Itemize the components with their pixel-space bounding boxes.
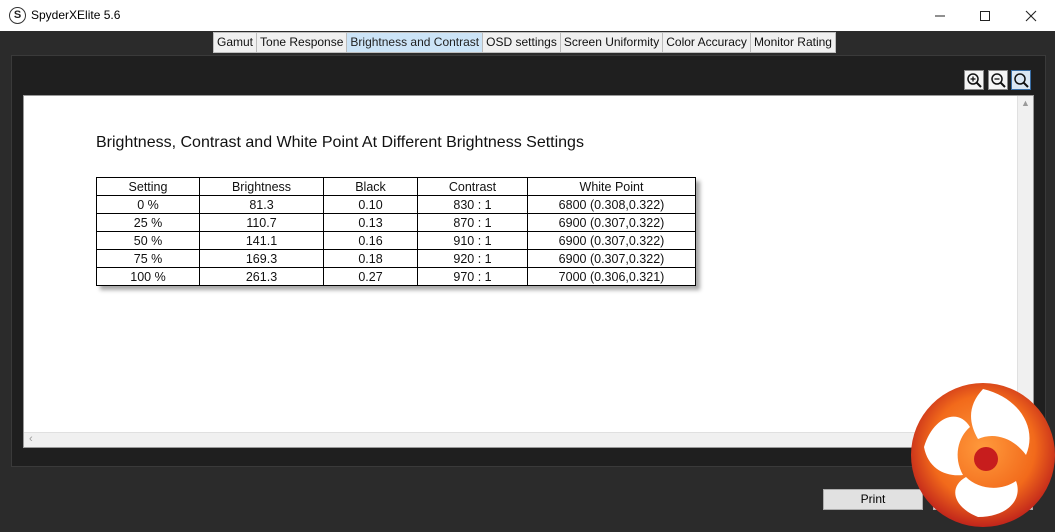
tab-gamut[interactable]: Gamut: [213, 32, 257, 53]
close-button[interactable]: [1008, 0, 1054, 31]
maximize-button[interactable]: [962, 0, 1008, 31]
zoom-out-button[interactable]: [988, 70, 1008, 90]
table-cell: 910 : 1: [417, 231, 528, 250]
horizontal-scrollbar[interactable]: ‹: [24, 432, 1018, 447]
table-cell: 0.27: [323, 267, 418, 286]
title-bar: S SpyderXElite 5.6: [0, 0, 1055, 32]
table-cell: 0.18: [323, 249, 418, 268]
table-cell: 81.3: [199, 195, 324, 214]
window-title: SpyderXElite 5.6: [31, 8, 121, 22]
table-cell: 830 : 1: [417, 195, 528, 214]
scroll-left-icon[interactable]: ‹: [29, 433, 33, 445]
table-cell: 169.3: [199, 249, 324, 268]
table-row: 100 % 261.3 0.27 970 : 1 7000 (0.306,0.3…: [96, 267, 696, 286]
report-view[interactable]: Brightness, Contrast and White Point At …: [23, 95, 1034, 448]
tab-list: Gamut Tone Response Brightness and Contr…: [213, 32, 836, 53]
scroll-up-icon[interactable]: ▲: [1021, 98, 1030, 108]
table-row: 25 % 110.7 0.13 870 : 1 6900 (0.307,0.32…: [96, 213, 696, 232]
tab-brightness-and-contrast[interactable]: Brightness and Contrast: [346, 32, 483, 53]
table-cell: 6900 (0.307,0.322): [527, 213, 696, 232]
table-cell: 6800 (0.308,0.322): [527, 195, 696, 214]
zoom-in-icon: [967, 73, 982, 88]
tab-monitor-rating[interactable]: Monitor Rating: [749, 32, 836, 53]
zoom-out-icon: [991, 73, 1006, 88]
zoom-fit-button[interactable]: [1011, 70, 1031, 90]
minimize-icon: [935, 15, 945, 16]
table-cell: 7000 (0.306,0.321): [527, 267, 696, 286]
table-cell: 920 : 1: [417, 249, 528, 268]
column-header: White Point: [527, 177, 696, 196]
table-cell: 970 : 1: [417, 267, 528, 286]
table-cell: 261.3: [199, 267, 324, 286]
table-cell: 0.16: [323, 231, 418, 250]
app-icon: S: [9, 7, 26, 24]
table-cell: 75 %: [96, 249, 200, 268]
maximize-icon: [980, 10, 990, 21]
close-icon: [1025, 10, 1037, 21]
table-cell: 100 %: [96, 267, 200, 286]
table-cell: 25 %: [96, 213, 200, 232]
tab-screen-uniformity[interactable]: Screen Uniformity: [559, 32, 663, 53]
minimize-button[interactable]: [917, 0, 963, 31]
logo-icon: [911, 383, 1055, 527]
column-header: Brightness: [199, 177, 324, 196]
table-cell: 0.13: [323, 213, 418, 232]
column-header: Contrast: [417, 177, 528, 196]
tab-strip: Gamut Tone Response Brightness and Contr…: [0, 31, 1055, 53]
tab-osd-settings[interactable]: OSD settings: [482, 32, 560, 53]
table-cell: 110.7: [199, 213, 324, 232]
table-header-row: Setting Brightness Black Contrast White …: [96, 177, 696, 196]
table-cell: 0.10: [323, 195, 418, 214]
table-row: 0 % 81.3 0.10 830 : 1 6800 (0.308,0.322): [96, 195, 696, 214]
table-cell: 870 : 1: [417, 213, 528, 232]
table-cell: 6900 (0.307,0.322): [527, 231, 696, 250]
table-cell: 0 %: [96, 195, 200, 214]
table-row: 75 % 169.3 0.18 920 : 1 6900 (0.307,0.32…: [96, 249, 696, 268]
report-title: Brightness, Contrast and White Point At …: [96, 134, 584, 151]
zoom-fit-icon: [1014, 73, 1029, 88]
results-table: Setting Brightness Black Contrast White …: [96, 177, 696, 286]
table-cell: 6900 (0.307,0.322): [527, 249, 696, 268]
tab-color-accuracy[interactable]: Color Accuracy: [662, 32, 750, 53]
column-header: Setting: [96, 177, 200, 196]
tab-tone-response[interactable]: Tone Response: [256, 32, 347, 53]
table-cell: 50 %: [96, 231, 200, 250]
table-cell: 141.1: [199, 231, 324, 250]
column-header: Black: [323, 177, 418, 196]
zoom-in-button[interactable]: [964, 70, 984, 90]
table-row: 50 % 141.1 0.16 910 : 1 6900 (0.307,0.32…: [96, 231, 696, 250]
